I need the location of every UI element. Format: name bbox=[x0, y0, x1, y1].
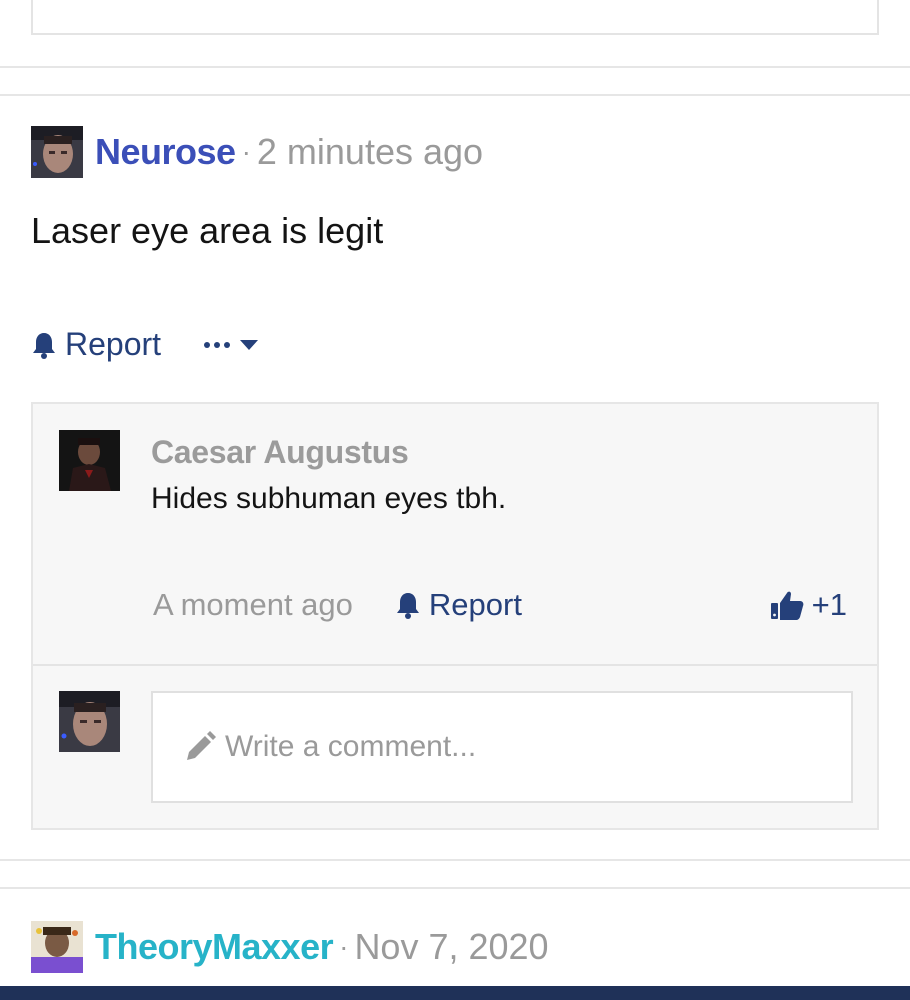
next-post-author-link[interactable]: TheoryMaxxer bbox=[95, 926, 334, 968]
divider bbox=[0, 887, 910, 889]
bell-icon bbox=[396, 593, 419, 619]
bell-icon bbox=[33, 332, 55, 359]
reply-author[interactable]: Caesar Augustus bbox=[151, 434, 409, 471]
separator-dot: · bbox=[241, 136, 251, 167]
reply-item: Caesar Augustus Hides subhuman eyes tbh.… bbox=[33, 404, 877, 664]
post-body: Laser eye area is legit bbox=[31, 210, 384, 251]
like-button[interactable]: +1 bbox=[770, 587, 847, 623]
avatar[interactable] bbox=[31, 126, 83, 178]
divider bbox=[0, 94, 910, 96]
report-label: Report bbox=[428, 587, 522, 622]
previous-post-box bbox=[31, 0, 879, 35]
reply-meta: A moment ago Report bbox=[153, 587, 522, 623]
replies-section: Caesar Augustus Hides subhuman eyes tbh.… bbox=[31, 402, 879, 830]
post-author-link[interactable]: Neurose bbox=[95, 131, 236, 173]
reply-report-button[interactable]: Report bbox=[395, 587, 522, 623]
separator-dot: · bbox=[339, 931, 349, 962]
next-post-timestamp[interactable]: Nov 7, 2020 bbox=[354, 926, 548, 968]
reply-avatar[interactable] bbox=[59, 430, 120, 491]
post-actions: Report bbox=[31, 326, 259, 363]
caret-down-icon bbox=[240, 339, 259, 350]
post-header: Neurose · 2 minutes ago bbox=[31, 126, 483, 178]
comment-input[interactable]: Write a comment... bbox=[151, 691, 853, 803]
reply-text: Hides subhuman eyes tbh. bbox=[151, 482, 507, 515]
comment-placeholder: Write a comment... bbox=[225, 730, 477, 763]
ellipsis-icon bbox=[204, 341, 231, 348]
reply-timestamp[interactable]: A moment ago bbox=[153, 587, 353, 623]
current-user-avatar bbox=[59, 691, 120, 752]
pencil-icon bbox=[187, 731, 216, 760]
divider bbox=[0, 859, 910, 861]
more-options-button[interactable] bbox=[203, 339, 259, 351]
bottom-bar bbox=[0, 986, 910, 1000]
post-timestamp[interactable]: 2 minutes ago bbox=[257, 131, 483, 173]
divider bbox=[0, 66, 910, 68]
report-label: Report bbox=[65, 326, 162, 362]
avatar[interactable] bbox=[31, 921, 83, 973]
next-post-header: TheoryMaxxer · Nov 7, 2020 bbox=[31, 921, 549, 973]
like-count: +1 bbox=[811, 587, 847, 622]
report-button[interactable]: Report bbox=[31, 326, 161, 363]
thumbs-up-icon bbox=[770, 591, 804, 620]
divider bbox=[33, 664, 877, 666]
